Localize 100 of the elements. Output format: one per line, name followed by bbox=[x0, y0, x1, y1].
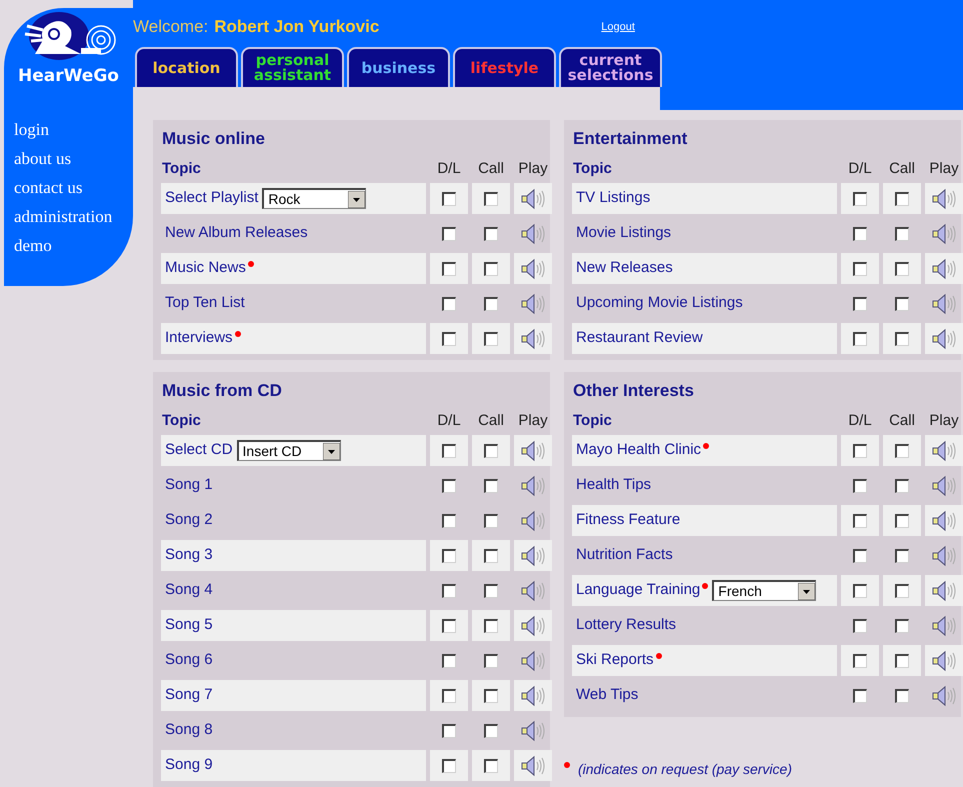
checkbox[interactable] bbox=[895, 654, 909, 668]
checkbox[interactable] bbox=[853, 296, 867, 310]
nav-tab[interactable]: business bbox=[347, 47, 450, 87]
checkbox[interactable] bbox=[895, 332, 909, 346]
checkbox[interactable] bbox=[895, 262, 909, 276]
topic-link[interactable]: Song 2 bbox=[165, 509, 213, 532]
sidebar-link[interactable]: contact us bbox=[14, 176, 133, 199]
checkbox[interactable] bbox=[442, 724, 456, 738]
checkbox[interactable] bbox=[484, 618, 498, 632]
checkbox[interactable] bbox=[442, 444, 456, 458]
checkbox[interactable] bbox=[484, 296, 498, 310]
checkbox[interactable] bbox=[853, 584, 867, 598]
checkbox[interactable] bbox=[484, 444, 498, 458]
checkbox[interactable] bbox=[853, 444, 867, 458]
checkbox[interactable] bbox=[895, 192, 909, 206]
checkbox[interactable] bbox=[853, 192, 867, 206]
checkbox[interactable] bbox=[442, 758, 456, 772]
topic-link[interactable]: Song 9 bbox=[165, 754, 213, 777]
checkbox[interactable] bbox=[895, 444, 909, 458]
checkbox[interactable] bbox=[895, 548, 909, 562]
topic-link[interactable]: Song 6 bbox=[165, 649, 213, 672]
topic-link[interactable]: Mayo Health Clinic bbox=[576, 439, 702, 462]
checkbox[interactable] bbox=[484, 478, 498, 492]
checkbox[interactable] bbox=[442, 548, 456, 562]
checkbox[interactable] bbox=[895, 618, 909, 632]
topic-link[interactable]: Select CD bbox=[165, 439, 233, 462]
checkbox[interactable] bbox=[442, 584, 456, 598]
topic-link[interactable]: Song 1 bbox=[165, 474, 213, 497]
checkbox[interactable] bbox=[853, 514, 867, 528]
checkbox[interactable] bbox=[895, 584, 909, 598]
checkbox[interactable] bbox=[484, 192, 498, 206]
dropdown[interactable]: Insert CD bbox=[236, 440, 341, 461]
checkbox[interactable] bbox=[853, 262, 867, 276]
topic-link[interactable]: Song 4 bbox=[165, 579, 213, 602]
checkbox[interactable] bbox=[895, 478, 909, 492]
checkbox[interactable] bbox=[484, 262, 498, 276]
checkbox[interactable] bbox=[484, 548, 498, 562]
topic-link[interactable]: Song 5 bbox=[165, 614, 213, 637]
checkbox[interactable] bbox=[853, 688, 867, 702]
sidebar-link[interactable]: about us bbox=[14, 147, 133, 170]
checkbox[interactable] bbox=[442, 654, 456, 668]
topic-link[interactable]: Movie Listings bbox=[576, 222, 672, 245]
topic-link[interactable]: Music News bbox=[165, 257, 246, 280]
checkbox[interactable] bbox=[442, 688, 456, 702]
topic-link[interactable]: Top Ten List bbox=[165, 292, 245, 315]
checkbox[interactable] bbox=[895, 688, 909, 702]
checkbox[interactable] bbox=[442, 618, 456, 632]
checkbox[interactable] bbox=[484, 688, 498, 702]
topic-link[interactable]: Fitness Feature bbox=[576, 509, 680, 532]
checkbox[interactable] bbox=[853, 226, 867, 240]
checkbox[interactable] bbox=[853, 548, 867, 562]
topic-link[interactable]: Language Training bbox=[576, 579, 700, 602]
checkbox[interactable] bbox=[484, 584, 498, 598]
dropdown-arrow-icon bbox=[798, 582, 816, 600]
dropdown[interactable]: French bbox=[712, 580, 816, 601]
topic-link[interactable]: New Album Releases bbox=[165, 222, 308, 245]
checkbox[interactable] bbox=[484, 332, 498, 346]
sidebar-link[interactable]: login bbox=[14, 118, 133, 141]
topic-link[interactable]: TV Listings bbox=[576, 187, 650, 210]
checkbox[interactable] bbox=[442, 296, 456, 310]
checkbox[interactable] bbox=[442, 192, 456, 206]
dropdown[interactable]: Rock bbox=[262, 188, 366, 209]
speaker-icon bbox=[520, 580, 546, 602]
topic-link[interactable]: Nutrition Facts bbox=[576, 544, 673, 567]
checkbox[interactable] bbox=[853, 332, 867, 346]
topic-link[interactable]: Upcoming Movie Listings bbox=[576, 292, 743, 315]
topic-link[interactable]: Interviews bbox=[165, 327, 233, 350]
topic-link[interactable]: Lottery Results bbox=[576, 614, 676, 637]
topic-link[interactable]: Select Playlist bbox=[165, 187, 258, 210]
checkbox[interactable] bbox=[484, 724, 498, 738]
topic-link[interactable]: Ski Reports bbox=[576, 649, 654, 672]
checkbox[interactable] bbox=[484, 758, 498, 772]
nav-tab[interactable]: current selections bbox=[559, 47, 662, 87]
topic-link[interactable]: Song 3 bbox=[165, 544, 213, 567]
topic-link[interactable]: Health Tips bbox=[576, 474, 652, 497]
checkbox[interactable] bbox=[442, 332, 456, 346]
sidebar-link[interactable]: administration bbox=[14, 205, 133, 228]
nav-tab[interactable]: location bbox=[135, 47, 238, 87]
logout-link[interactable]: Logout bbox=[601, 18, 635, 35]
topic-link[interactable]: Web Tips bbox=[576, 684, 638, 707]
topic-link[interactable]: Restaurant Review bbox=[576, 327, 703, 350]
checkbox[interactable] bbox=[442, 478, 456, 492]
checkbox[interactable] bbox=[853, 654, 867, 668]
topic-link[interactable]: New Releases bbox=[576, 257, 673, 280]
checkbox[interactable] bbox=[895, 296, 909, 310]
sidebar-link[interactable]: demo bbox=[14, 234, 133, 257]
nav-tab[interactable]: lifestyle bbox=[453, 47, 556, 87]
checkbox[interactable] bbox=[442, 226, 456, 240]
checkbox[interactable] bbox=[853, 618, 867, 632]
checkbox[interactable] bbox=[895, 514, 909, 528]
checkbox[interactable] bbox=[484, 514, 498, 528]
checkbox[interactable] bbox=[484, 654, 498, 668]
nav-tab[interactable]: personal assistant bbox=[241, 47, 344, 87]
checkbox[interactable] bbox=[853, 478, 867, 492]
checkbox[interactable] bbox=[895, 226, 909, 240]
checkbox[interactable] bbox=[442, 514, 456, 528]
topic-link[interactable]: Song 8 bbox=[165, 719, 213, 742]
checkbox[interactable] bbox=[442, 262, 456, 276]
checkbox[interactable] bbox=[484, 226, 498, 240]
topic-link[interactable]: Song 7 bbox=[165, 684, 213, 707]
